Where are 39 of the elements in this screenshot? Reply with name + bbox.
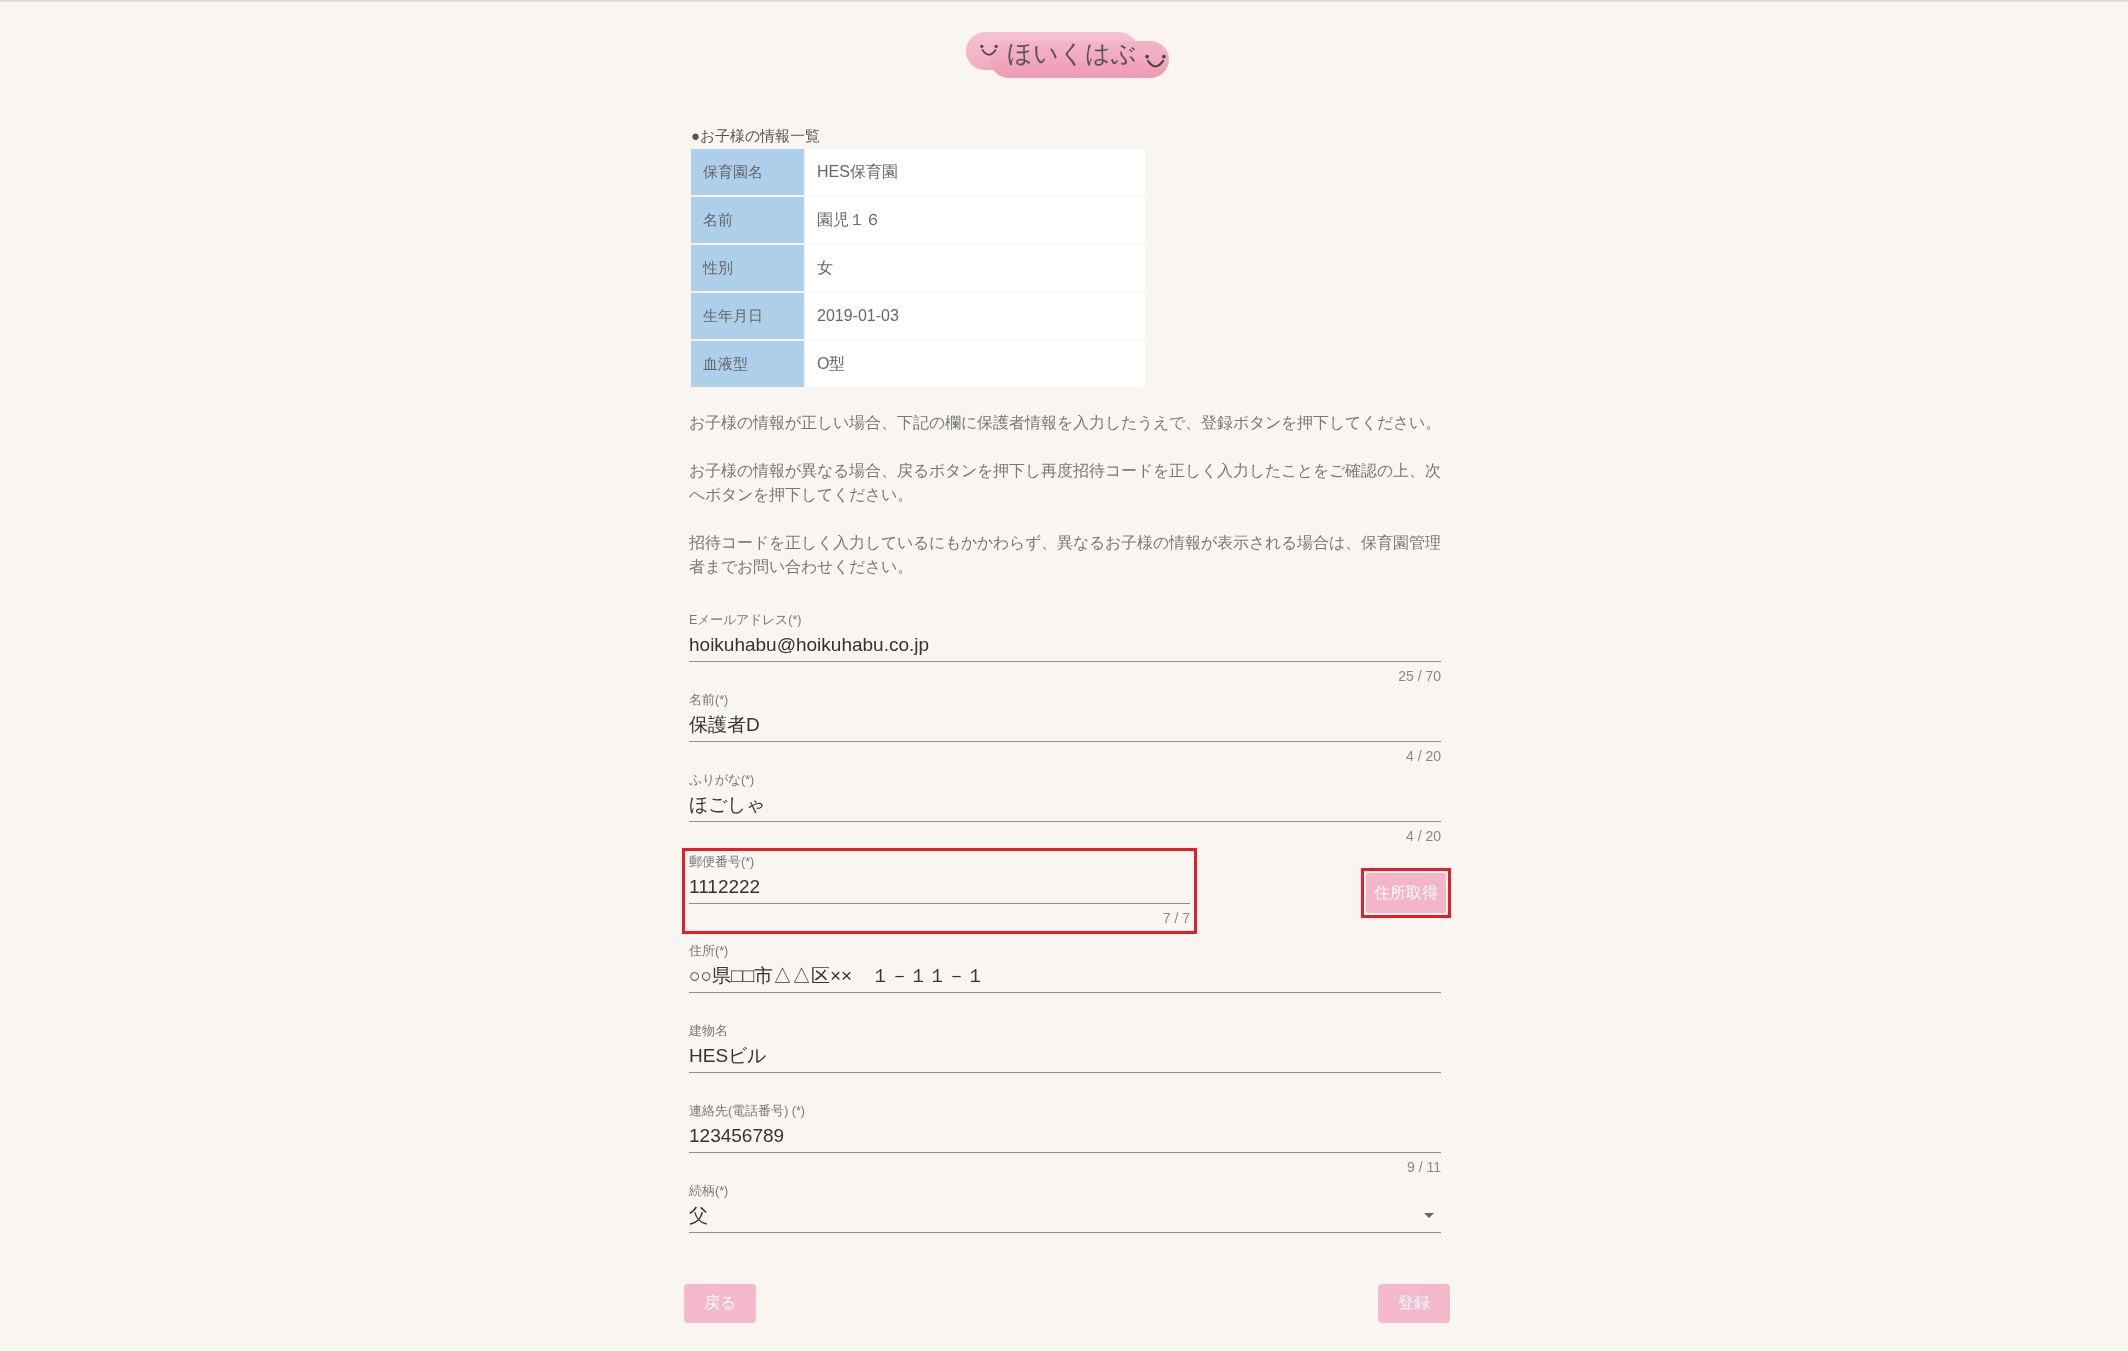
header-cell: 血液型 bbox=[691, 341, 804, 387]
instruction-text: お子様の情報が正しい場合、下記の欄に保護者情報を入力したうえで、登録ボタンを押下してください。 bbox=[689, 413, 1441, 433]
char-counter: 4 / 20 bbox=[1405, 827, 1441, 846]
text-field[interactable]: 保護者D bbox=[689, 708, 1441, 742]
smiley-icon bbox=[979, 44, 998, 57]
instruction-text: 招待コードを正しく入力しているにもかかわらず、異なるお子様の情報が表示される場合は、保育園管理者までお問い合わせください。 bbox=[689, 533, 1441, 577]
field-label: 郵便番号(*) bbox=[689, 854, 755, 870]
field-label: 続柄(*) bbox=[689, 1183, 729, 1199]
field-label: 建物名 bbox=[689, 1023, 728, 1039]
header-cell: 性別 bbox=[691, 245, 804, 291]
text-field[interactable]: HESビル bbox=[689, 1039, 1441, 1073]
text-field[interactable]: ほごしゃ bbox=[689, 788, 1441, 822]
header-cell: 名前 bbox=[691, 197, 804, 243]
text-field[interactable]: ○○県□□市△△区×× １－１１－１ bbox=[689, 959, 1441, 993]
text-field[interactable]: 123456789 bbox=[689, 1119, 1441, 1153]
text-field[interactable]: hoikuhabu@hoikuhabu.co.jp bbox=[689, 628, 1441, 662]
caret-icon[interactable] bbox=[1424, 1213, 1434, 1218]
table-cell: 女 bbox=[806, 245, 1145, 291]
field-label: 名前(*) bbox=[689, 692, 729, 708]
text-field[interactable]: 1112222 bbox=[689, 870, 1190, 904]
header-cell: 保育園名 bbox=[691, 149, 804, 195]
table-cell: 園児１６ bbox=[806, 197, 1145, 243]
char-counter: 7 / 7 bbox=[1162, 909, 1190, 928]
table-cell: 2019-01-03 bbox=[806, 293, 1145, 339]
section-title: ●お子様の情報一覧 bbox=[691, 128, 821, 144]
char-counter: 25 / 70 bbox=[1398, 667, 1441, 686]
field-label: Eメールアドレス(*) bbox=[689, 612, 802, 628]
select-field[interactable]: 父 bbox=[689, 1199, 1441, 1233]
smiley-icon bbox=[1144, 54, 1166, 69]
instruction-text: お子様の情報が異なる場合、戻るボタンを押下し再度招待コードを正しく入力したことをご確認の上、次へボタンを押下してください。 bbox=[689, 461, 1441, 505]
header-cell: 生年月日 bbox=[691, 293, 804, 339]
table-cell: HES保育園 bbox=[806, 149, 1145, 195]
field-label: ふりがな(*) bbox=[689, 772, 755, 788]
field-label: 連絡先(電話番号) (*) bbox=[689, 1103, 805, 1119]
table-cell: O型 bbox=[806, 341, 1145, 387]
char-counter: 9 / 11 bbox=[1407, 1158, 1441, 1177]
logo-text: ほいくはぶ bbox=[1006, 38, 1137, 68]
char-counter: 4 / 20 bbox=[1405, 747, 1441, 766]
field-label: 住所(*) bbox=[689, 943, 729, 959]
